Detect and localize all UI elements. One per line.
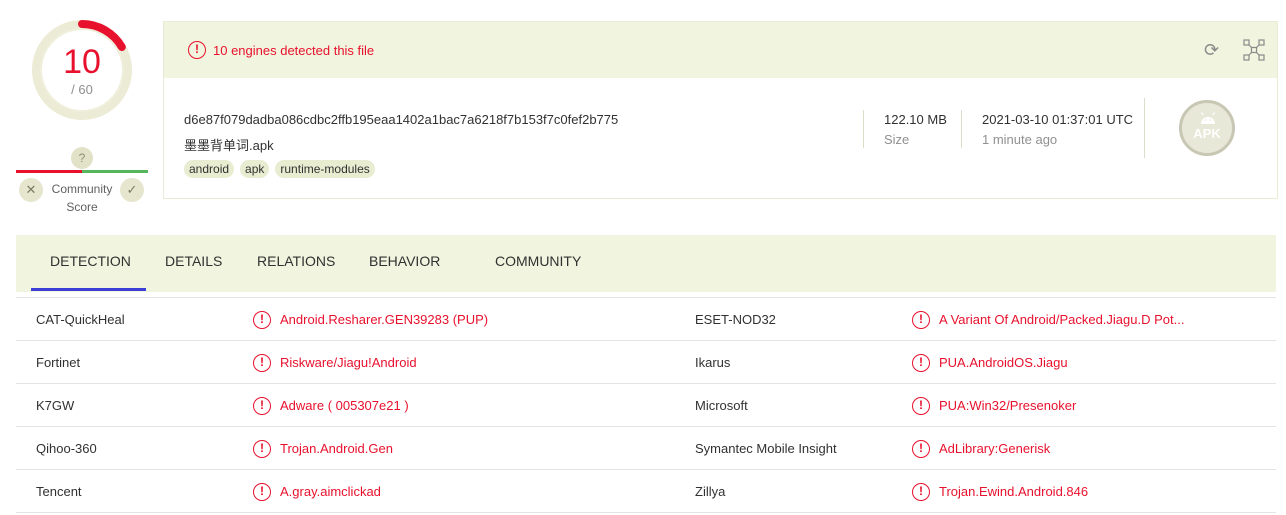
divider [863, 110, 864, 148]
active-tab-indicator [31, 288, 146, 291]
alert-icon: ! [253, 483, 271, 501]
file-tags: android apk runtime-modules [184, 160, 375, 178]
engine-name: CAT-QuickHeal [36, 312, 125, 327]
engine-name: Zillya [695, 484, 726, 499]
divider [961, 110, 962, 148]
divider [1144, 98, 1145, 158]
alert-icon: ! [912, 483, 930, 501]
community-score-unknown-icon: ? [71, 147, 93, 169]
community-score-label: Community Score [51, 182, 113, 214]
alert-icon: ! [253, 311, 271, 329]
detection-score-gauge: 10 / 60 [30, 18, 134, 122]
analysis-date-value: 2021-03-10 01:37:01 UTC [982, 112, 1134, 127]
alert-icon: ! [912, 311, 930, 329]
alert-icon: ! [912, 354, 930, 372]
tag-android[interactable]: android [184, 160, 235, 178]
detection-alert-bar: ! 10 engines detected this file ⟳ [164, 22, 1277, 78]
engine-name: Tencent [36, 484, 82, 499]
file-name: 墨墨背单词.apk [184, 138, 274, 153]
detection-table: CAT-QuickHeal ! Android.Resharer.GEN3928… [16, 297, 1276, 513]
engine-name: ESET-NOD32 [695, 312, 776, 327]
alert-icon: ! [253, 354, 271, 372]
x-icon: ✕ [25, 182, 37, 197]
engine-name: Fortinet [36, 355, 81, 370]
detection-result: PUA:Win32/Presenoker [939, 398, 1077, 413]
detection-result: Riskware/Jiagu!Android [280, 355, 417, 370]
analysis-date-relative: 1 minute ago [982, 132, 1058, 147]
file-hash[interactable]: d6e87f079dadba086cdbc2ffb195eaa1402a1bac… [184, 112, 618, 127]
alert-icon: ! [912, 397, 930, 415]
engine-name: Ikarus [695, 355, 731, 370]
file-size-label: Size [884, 132, 910, 147]
graph-view-icon[interactable] [1243, 39, 1265, 61]
engine-name: Qihoo-360 [36, 441, 97, 456]
table-row: Tencent ! A.gray.aimclickad Zillya ! Tro… [16, 470, 1276, 513]
tab-details[interactable]: DETAILS [165, 253, 222, 269]
file-summary-panel: ! 10 engines detected this file ⟳ d6e87f… [163, 21, 1278, 199]
table-row: CAT-QuickHeal ! Android.Resharer.GEN3928… [16, 298, 1276, 341]
reanalyze-icon[interactable]: ⟳ [1204, 40, 1224, 60]
engine-name: Microsoft [695, 398, 748, 413]
engine-name: K7GW [36, 398, 75, 413]
score-center: 10 / 60 [42, 30, 122, 110]
detection-result: Trojan.Ewind.Android.846 [939, 484, 1089, 499]
report-tabs: DETECTION DETAILS RELATIONS BEHAVIOR COM… [16, 235, 1276, 292]
alert-icon: ! [253, 397, 271, 415]
table-row: Fortinet ! Riskware/Jiagu!Android Ikarus… [16, 341, 1276, 384]
detection-result: Android.Resharer.GEN39283 (PUP) [280, 312, 489, 327]
alert-icon: ! [912, 440, 930, 458]
detection-alert-text: 10 engines detected this file [213, 43, 375, 58]
table-row: Qihoo-360 ! Trojan.Android.Gen Symantec … [16, 427, 1276, 470]
vote-harmless-button[interactable]: ✓ [120, 178, 144, 202]
detection-result: Trojan.Android.Gen [280, 441, 393, 456]
community-score-bar-harmless [82, 170, 148, 173]
detection-result: A Variant Of Android/Packed.Jiagu.D Pot.… [939, 312, 1185, 327]
check-icon: ✓ [126, 182, 138, 197]
alert-icon: ! [188, 41, 206, 59]
tab-behavior[interactable]: BEHAVIOR [369, 253, 440, 269]
alert-icon: ! [253, 440, 271, 458]
detection-result: A.gray.aimclickad [280, 484, 381, 499]
tab-relations[interactable]: RELATIONS [257, 253, 335, 269]
file-size-value: 122.10 MB [884, 112, 947, 127]
tag-apk[interactable]: apk [240, 160, 270, 178]
detection-result: AdLibrary:Generisk [939, 441, 1051, 456]
detection-result: PUA.AndroidOS.Jiagu [939, 355, 1068, 370]
vote-malicious-button[interactable]: ✕ [19, 178, 43, 202]
table-row: K7GW ! Adware ( 005307e21 ) Microsoft ! … [16, 384, 1276, 427]
engine-name: Symantec Mobile Insight [695, 441, 837, 456]
detection-count: 10 [63, 43, 101, 81]
tab-community[interactable]: COMMUNITY [495, 253, 581, 269]
android-robot-icon [1200, 112, 1216, 124]
apk-file-type-icon: APK [1179, 100, 1235, 156]
community-score-bar-malicious [16, 170, 82, 173]
tab-detection[interactable]: DETECTION [50, 253, 131, 269]
file-type-label: APK [1193, 126, 1221, 141]
detection-result: Adware ( 005307e21 ) [280, 398, 409, 413]
engine-total: / 60 [71, 82, 93, 97]
tag-runtime-modules[interactable]: runtime-modules [275, 160, 375, 178]
